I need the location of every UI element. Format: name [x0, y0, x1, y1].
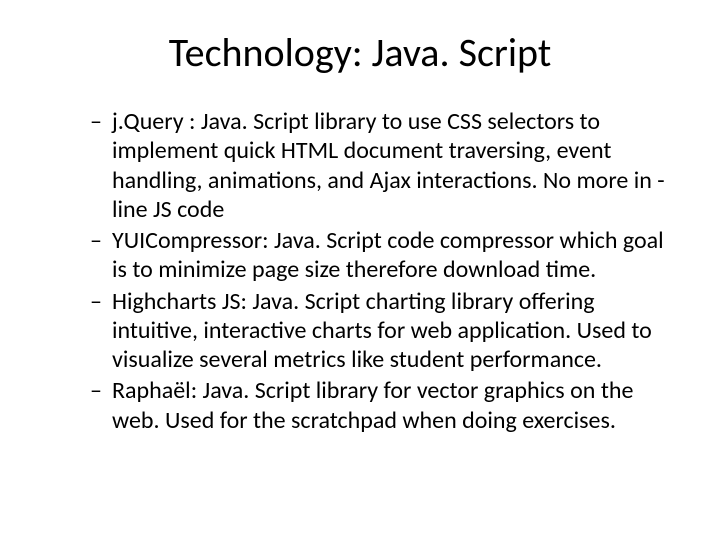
list-item: Highcharts JS: Java. Script charting lib… [90, 287, 670, 375]
slide: Technology: Java. Script j.Query : Java.… [0, 0, 720, 540]
bullet-list: j.Query : Java. Script library to use CS… [50, 107, 670, 435]
list-item: j.Query : Java. Script library to use CS… [90, 107, 670, 224]
slide-title: Technology: Java. Script [50, 28, 670, 77]
list-item: YUICompressor: Java. Script code compres… [90, 226, 670, 285]
list-item: Raphaël: Java. Script library for vector… [90, 376, 670, 435]
